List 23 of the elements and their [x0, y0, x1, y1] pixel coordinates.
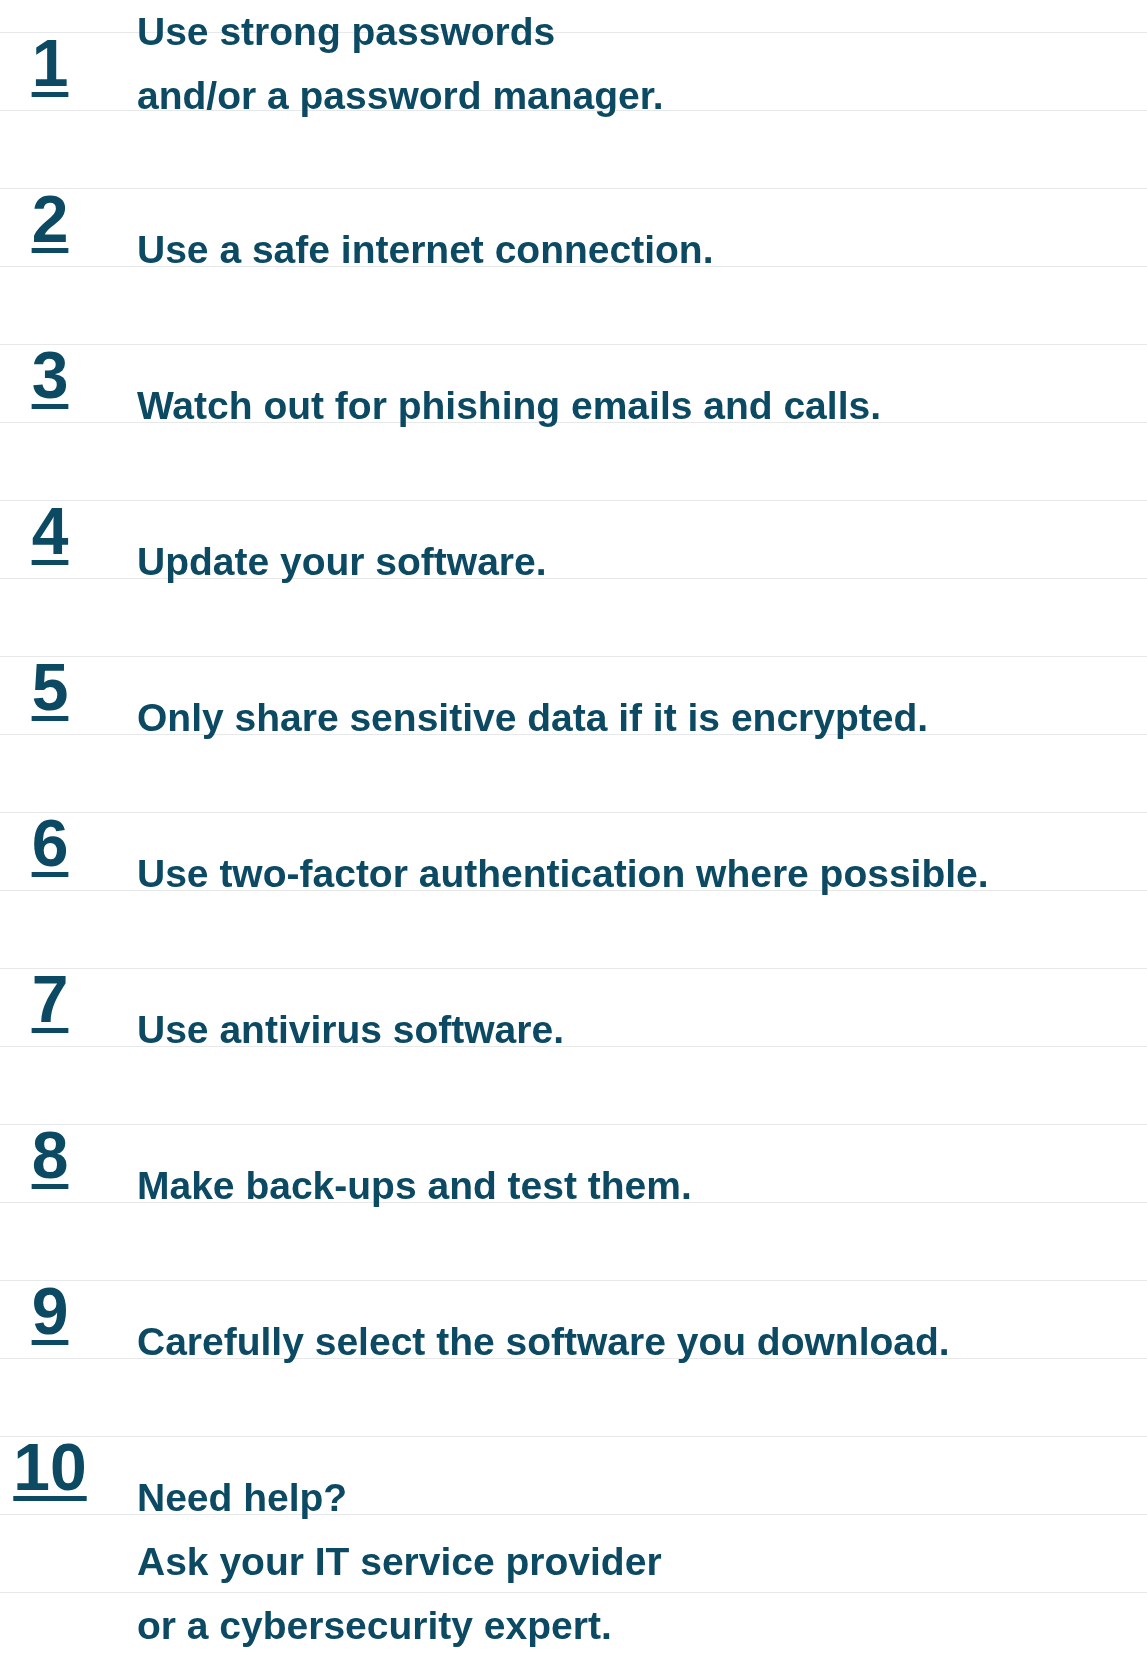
- tip-text: Carefully select the software you download.: [137, 1319, 950, 1365]
- tip-text: Watch out for phishing emails and calls.: [137, 383, 881, 429]
- tip-number: 9: [30, 1278, 70, 1344]
- tip-text: Use strong passwords: [137, 9, 557, 55]
- tip-text: Ask your IT service provider: [137, 1539, 662, 1585]
- tip-text: Use antivirus software.: [137, 1007, 564, 1053]
- tip-number: 10: [12, 1434, 88, 1500]
- tip-text: and/or a password manager.: [137, 73, 664, 119]
- tip-number: 7: [30, 966, 70, 1032]
- tip-number: 4: [30, 498, 70, 564]
- tip-number: 1: [30, 30, 70, 96]
- tip-text: Need help?: [137, 1475, 349, 1521]
- tip-text: Make back-ups and test them.: [137, 1163, 692, 1209]
- tip-number: 2: [30, 186, 70, 252]
- tip-number: 3: [30, 342, 70, 408]
- tip-text: Only share sensitive data if it is encrypted.: [137, 695, 929, 741]
- tip-text: Use two-factor authentication where possible.: [137, 851, 989, 897]
- tip-text: or a cybersecurity expert.: [137, 1603, 613, 1649]
- tip-number: 8: [30, 1122, 70, 1188]
- tip-number: 6: [30, 810, 70, 876]
- tip-text: Update your software.: [137, 539, 547, 585]
- tip-text: Use a safe internet connection.: [137, 227, 714, 273]
- tip-number: 5: [30, 654, 70, 720]
